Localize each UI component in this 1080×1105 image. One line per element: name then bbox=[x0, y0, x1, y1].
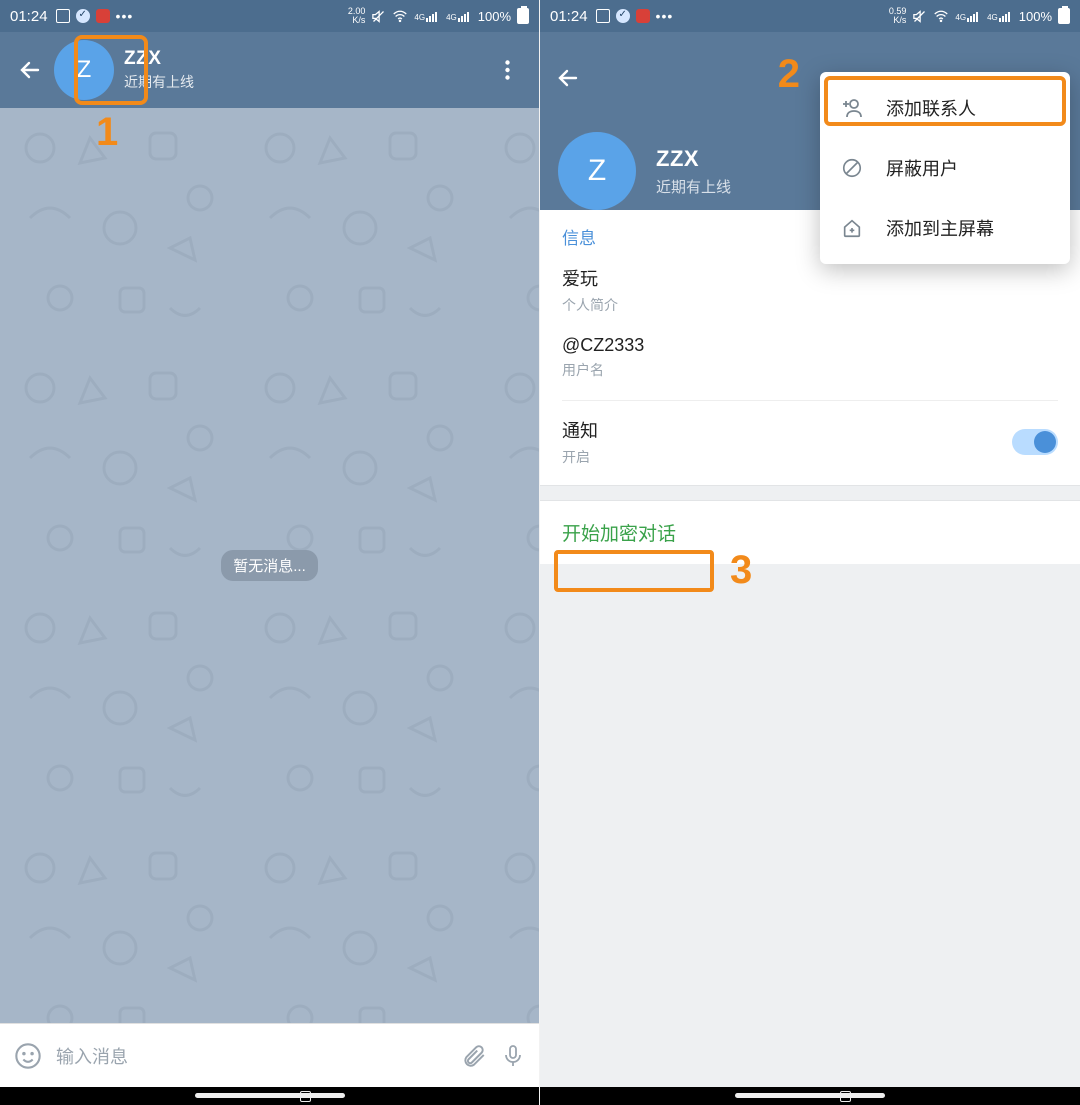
check-icon bbox=[76, 9, 90, 23]
net-speed: 2.00 K/s bbox=[348, 7, 366, 25]
signal-icon-2: 4G bbox=[987, 10, 1013, 22]
message-input[interactable]: 输入消息 bbox=[56, 1043, 447, 1069]
status-bar: 01:24 ••• 2.00 K/s 4G 4G bbox=[0, 0, 539, 32]
status-time: 01:24 bbox=[550, 8, 588, 25]
system-nav-bar[interactable] bbox=[540, 1087, 1080, 1105]
chat-status: 近期有上线 bbox=[124, 72, 194, 92]
back-button[interactable] bbox=[12, 52, 48, 88]
profile-name: ZZX bbox=[656, 146, 731, 172]
username-row[interactable]: @CZ2333 用户名 bbox=[540, 325, 1080, 390]
profile-status: 近期有上线 bbox=[656, 176, 731, 197]
profile-header: Z ZZX 近期有上线 添加联系人 屏蔽用户 bbox=[540, 32, 1080, 210]
battery-icon bbox=[1058, 8, 1070, 24]
status-right: 2.00 K/s 4G 4G 100% bbox=[348, 7, 529, 25]
bio-row[interactable]: 爱玩 个人简介 bbox=[540, 255, 1080, 325]
username-value: @CZ2333 bbox=[562, 335, 1058, 356]
empty-space bbox=[540, 564, 1080, 1087]
menu-add-contact[interactable]: 添加联系人 bbox=[820, 78, 1070, 138]
mute-icon bbox=[912, 9, 927, 24]
status-indicators-left: ••• bbox=[596, 8, 674, 24]
home-add-icon bbox=[840, 217, 864, 239]
start-encrypted-chat: 开始加密对话 bbox=[562, 524, 676, 545]
chat-screen: 01:24 ••• 2.00 K/s 4G 4G bbox=[0, 0, 540, 1105]
profile-screen: 01:24 ••• 0.59 K/s 4G 4G bbox=[540, 0, 1080, 1105]
profile-avatar[interactable]: Z bbox=[558, 132, 636, 210]
message-input-bar: 输入消息 bbox=[0, 1023, 539, 1087]
overflow-icon: ••• bbox=[656, 8, 674, 24]
picture-icon bbox=[56, 9, 70, 23]
mute-icon bbox=[371, 9, 386, 24]
annotation-num-2: 2 bbox=[778, 52, 800, 97]
notif-sub: 开启 bbox=[562, 447, 598, 467]
person-add-icon bbox=[840, 96, 864, 120]
status-indicators-left: ••• bbox=[56, 8, 134, 24]
system-nav-bar[interactable] bbox=[0, 1087, 539, 1105]
wifi-icon bbox=[392, 9, 408, 24]
annotation-num-3: 3 bbox=[730, 548, 752, 593]
status-bar: 01:24 ••• 0.59 K/s 4G 4G bbox=[540, 0, 1080, 32]
chat-avatar[interactable]: Z bbox=[54, 40, 114, 100]
chat-body[interactable]: 暂无消息... bbox=[0, 108, 539, 1023]
speed-unit: K/s bbox=[889, 16, 907, 25]
signal-icon-1: 4G bbox=[955, 10, 981, 22]
signal-icon-2: 4G bbox=[446, 10, 472, 22]
menu-item-label: 屏蔽用户 bbox=[886, 155, 958, 181]
mic-icon[interactable] bbox=[501, 1043, 525, 1069]
bio-value: 爱玩 bbox=[562, 265, 1058, 291]
encrypt-section[interactable]: 开始加密对话 bbox=[540, 501, 1080, 564]
more-button[interactable] bbox=[487, 50, 527, 90]
menu-add-homescreen[interactable]: 添加到主屏幕 bbox=[820, 198, 1070, 258]
chat-name: ZZX bbox=[124, 48, 194, 70]
username-label: 用户名 bbox=[562, 360, 1058, 380]
battery-icon bbox=[517, 8, 529, 24]
chat-header: Z ZZX 近期有上线 bbox=[0, 32, 539, 108]
app-icon bbox=[96, 9, 110, 23]
check-icon bbox=[616, 9, 630, 23]
battery-percent: 100% bbox=[1019, 9, 1052, 24]
attach-icon[interactable] bbox=[461, 1043, 487, 1069]
picture-icon bbox=[596, 9, 610, 23]
emoji-icon[interactable] bbox=[14, 1042, 42, 1070]
chat-title-block[interactable]: ZZX 近期有上线 bbox=[124, 48, 194, 92]
battery-percent: 100% bbox=[478, 9, 511, 24]
notif-switch[interactable] bbox=[1012, 429, 1058, 455]
menu-block-user[interactable]: 屏蔽用户 bbox=[820, 138, 1070, 198]
wifi-icon bbox=[933, 9, 949, 24]
profile-title-block: ZZX 近期有上线 bbox=[656, 146, 731, 197]
section-gap bbox=[540, 485, 1080, 501]
overflow-menu: 添加联系人 屏蔽用户 添加到主屏幕 bbox=[820, 72, 1070, 264]
block-icon bbox=[840, 157, 864, 179]
net-speed: 0.59 K/s bbox=[889, 7, 907, 25]
empty-message: 暂无消息... bbox=[221, 550, 318, 581]
notifications-row[interactable]: 通知 开启 bbox=[540, 405, 1080, 485]
menu-item-label: 添加到主屏幕 bbox=[886, 215, 994, 241]
status-time: 01:24 bbox=[10, 8, 48, 25]
bio-label: 个人简介 bbox=[562, 295, 1058, 315]
status-right: 0.59 K/s 4G 4G 100% bbox=[889, 7, 1070, 25]
speed-unit: K/s bbox=[348, 16, 366, 25]
menu-item-label: 添加联系人 bbox=[886, 95, 976, 121]
divider bbox=[562, 400, 1058, 401]
back-button[interactable] bbox=[550, 60, 586, 96]
app-icon bbox=[636, 9, 650, 23]
annotation-num-1: 1 bbox=[96, 110, 118, 155]
notif-title: 通知 bbox=[562, 417, 598, 443]
overflow-icon: ••• bbox=[116, 8, 134, 24]
signal-icon-1: 4G bbox=[414, 10, 440, 22]
